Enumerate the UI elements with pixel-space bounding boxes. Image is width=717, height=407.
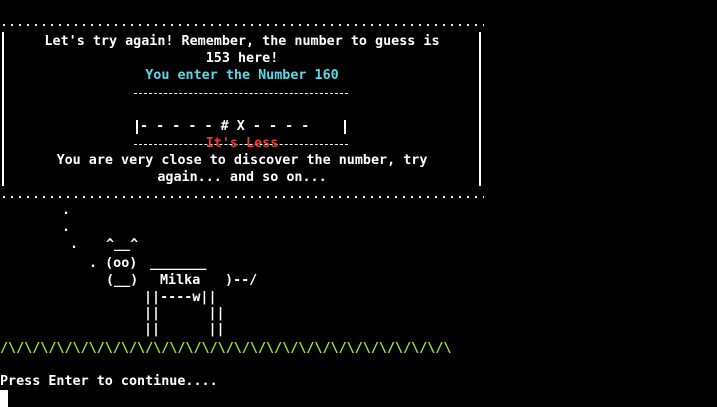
cow-sign: Milka (160, 273, 201, 288)
guess-track: - - - - - # X - - - - (134, 118, 348, 135)
track-rule-top (134, 93, 348, 94)
retry-message-line-1: Let's try again! Remember, the number to… (44, 34, 440, 49)
dotted-border-bottom (0, 196, 484, 198)
message-box: Let's try again! Remember, the number to… (0, 24, 484, 200)
box-right-border (479, 32, 481, 186)
cow-head: . (oo) (89, 256, 138, 271)
grass-line: /\/\/\/\/\/\/\/\/\/\/\/\/\/\/\/\/\/\/\/\… (0, 341, 452, 356)
retry-message-line-2: 153 here! (205, 51, 279, 66)
terminal-cursor[interactable] (0, 390, 8, 407)
cow-legs-bottom: || || (144, 322, 225, 337)
speech-dot-2: . (62, 220, 71, 235)
cow-ears: ^__^ (106, 237, 139, 252)
dotted-border-top (0, 24, 484, 26)
cow-legs-mid: || || (144, 306, 225, 321)
track-right-edge (344, 120, 346, 134)
track-cells: - - - - - # X - - - - (140, 119, 310, 134)
hint-line-2: again... and so on... (157, 170, 327, 185)
result-text: It's Less (205, 136, 279, 151)
continue-prompt: Press Enter to continue.... (0, 374, 218, 389)
cow-legs-top: ||----w|| (144, 290, 217, 305)
speech-dot-3: . (70, 237, 79, 252)
hint-line-1: You are very close to discover the numbe… (56, 153, 428, 168)
entered-number-text: You enter the Number 160 (145, 68, 339, 83)
terminal-screen: Let's try again! Remember, the number to… (0, 0, 717, 407)
cow-nose: (__) (106, 273, 139, 288)
track-left-edge (136, 120, 138, 134)
box-left-border (2, 32, 4, 186)
cow-tail: )--/ (225, 273, 258, 288)
cow-back: _______ (150, 256, 207, 271)
speech-dot-1: . (62, 203, 71, 218)
